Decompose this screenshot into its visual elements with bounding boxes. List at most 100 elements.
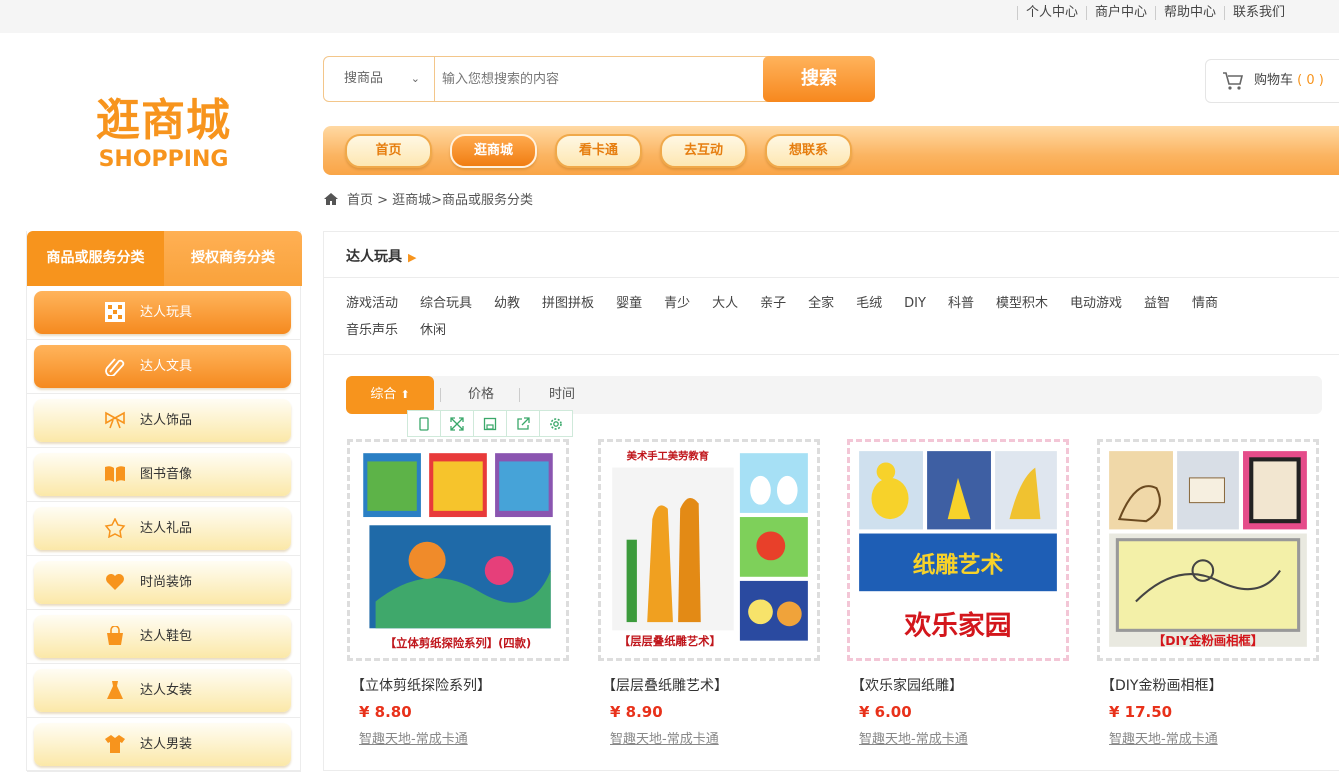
product-image-paper-cut: 【立体剪纸探险系列】(四款): [355, 447, 561, 653]
cart-button[interactable]: 购物车 ( 0 ): [1205, 59, 1339, 103]
search-input[interactable]: [442, 67, 762, 91]
site-logo[interactable]: 逛商城 SHOPPING: [96, 95, 231, 173]
product-shop-link[interactable]: 智趣天地-常成卡通: [610, 728, 719, 747]
tag-preschool[interactable]: 幼教: [494, 290, 520, 317]
divider: [324, 277, 1339, 278]
search-type-select[interactable]: 搜商品 ⌄: [324, 57, 435, 101]
tag-puzzles[interactable]: 拼图拼板: [542, 290, 594, 317]
star-icon: [104, 518, 126, 538]
tag-leisure[interactable]: 休闲: [420, 317, 446, 344]
tag-music[interactable]: 音乐声乐: [346, 317, 398, 344]
product-name[interactable]: 【欢乐家园纸雕】: [851, 675, 963, 695]
tag-electronic-games[interactable]: 电动游戏: [1070, 290, 1122, 317]
cart-icon: [1223, 72, 1244, 90]
product-name[interactable]: 【DIY金粉画相框】: [1101, 675, 1222, 695]
product-image[interactable]: 纸雕艺术 欢乐家园: [847, 439, 1069, 661]
breadcrumb-text[interactable]: 首页 > 逛商城>商品或服务分类: [347, 193, 533, 208]
product-image-caption: 【DIY金粉画相框】: [1153, 633, 1263, 648]
tag-baby[interactable]: 婴童: [616, 290, 642, 317]
top-bar: 个人中心 商户中心 帮助中心 联系我们: [0, 0, 1339, 33]
nav-home[interactable]: 首页: [345, 134, 432, 168]
divider: [519, 388, 520, 402]
sidebar-item-decor-button[interactable]: 时尚装饰: [34, 561, 291, 604]
product-image-header: 美术手工美劳教育: [627, 449, 709, 462]
top-link-personal[interactable]: 个人中心: [1016, 6, 1086, 20]
sidebar-item-mens-button[interactable]: 达人男装: [34, 723, 291, 766]
tag-adult[interactable]: 大人: [712, 290, 738, 317]
search-button[interactable]: 搜索: [763, 56, 875, 102]
dress-icon: [107, 681, 123, 699]
product-image-layered-paper: 美术手工美劳教育 【层层叠纸雕艺术】: [606, 447, 812, 653]
top-link-help[interactable]: 帮助中心: [1154, 6, 1224, 20]
sort-general[interactable]: 综合 ⬆: [346, 376, 434, 414]
tag-diy[interactable]: DIY: [904, 290, 926, 317]
top-link-merchant[interactable]: 商户中心: [1085, 6, 1155, 20]
tag-parent-child[interactable]: 亲子: [760, 290, 786, 317]
nav-interact[interactable]: 去互动: [660, 134, 747, 168]
tag-general-toys[interactable]: 综合玩具: [420, 290, 472, 317]
sidebar-item-label: 达人玩具: [140, 305, 193, 320]
paperclip-icon: [105, 358, 125, 376]
sidebar-item-womens-button[interactable]: 达人女装: [34, 669, 291, 712]
heart-icon: [106, 574, 124, 590]
product-shop-link[interactable]: 智趣天地-常成卡通: [1109, 728, 1218, 747]
breadcrumb: 首页 > 逛商城>商品或服务分类: [323, 192, 533, 210]
nav-mall[interactable]: 逛商城: [450, 134, 537, 168]
product-image[interactable]: 【立体剪纸探险系列】(四款): [347, 439, 569, 661]
sort-time[interactable]: 时间: [549, 376, 575, 414]
sidebar-item-books-button[interactable]: 图书音像: [34, 453, 291, 496]
cart-count: ( 0 ): [1297, 73, 1324, 88]
image-toolbar: [407, 410, 573, 437]
tag-teen[interactable]: 青少: [664, 290, 690, 317]
product-image[interactable]: 美术手工美劳教育 【层层叠纸雕艺术】: [598, 439, 820, 661]
tag-family[interactable]: 全家: [808, 290, 834, 317]
tag-science[interactable]: 科普: [948, 290, 974, 317]
sidebar-item-books: 图书音像: [27, 448, 301, 502]
product-image[interactable]: 【DIY金粉画相框】: [1097, 439, 1319, 661]
tab-goods-services[interactable]: 商品或服务分类: [27, 231, 164, 286]
product-name[interactable]: 【层层叠纸雕艺术】: [602, 675, 728, 695]
sidebar-item-accessories: 达人饰品: [27, 394, 301, 448]
divider: [440, 388, 441, 402]
product-price: ¥ 6.00: [859, 703, 912, 721]
top-links: 个人中心 商户中心 帮助中心 联系我们: [1016, 6, 1293, 20]
tag-plush[interactable]: 毛绒: [856, 290, 882, 317]
product-name[interactable]: 【立体剪纸探险系列】: [351, 675, 491, 695]
nav-contact[interactable]: 想联系: [765, 134, 852, 168]
share-icon[interactable]: [507, 411, 540, 436]
tag-educational[interactable]: 益智: [1144, 290, 1170, 317]
sidebar-item-stationery: 达人文具: [27, 340, 301, 394]
sidebar-item-womens: 达人女装: [27, 664, 301, 718]
sidebar-item-shoes-bags-button[interactable]: 达人鞋包: [34, 615, 291, 658]
expand-icon[interactable]: [441, 411, 474, 436]
product-price: ¥ 8.90: [610, 703, 663, 721]
tag-models[interactable]: 模型积木: [996, 290, 1048, 317]
save-icon[interactable]: [474, 411, 507, 436]
sort-bar: 综合 ⬆ 价格 时间: [346, 376, 1322, 414]
sort-price[interactable]: 价格: [468, 376, 494, 414]
sidebar-item-accessories-button[interactable]: 达人饰品: [34, 399, 291, 442]
tag-eq[interactable]: 情商: [1192, 290, 1218, 317]
sidebar-item-mens: 达人男装: [27, 718, 301, 772]
tablet-icon[interactable]: [408, 411, 441, 436]
category-sidebar: 商品或服务分类 授权商务分类 达人玩具 达人文具 达人饰品 图书音像 达人礼品: [26, 231, 302, 772]
category-title: 达人玩具 ▶: [346, 249, 417, 265]
sidebar-item-label: 图书音像: [140, 467, 193, 482]
sidebar-item-stationery-button[interactable]: 达人文具: [34, 345, 291, 388]
tab-authorized[interactable]: 授权商务分类: [164, 231, 302, 286]
nav-cartoon[interactable]: 看卡通: [555, 134, 642, 168]
tag-games[interactable]: 游戏活动: [346, 290, 398, 317]
gear-icon[interactable]: [540, 411, 572, 436]
subcategory-tags: 游戏活动 综合玩具 幼教 拼图拼板 婴童 青少 大人 亲子 全家 毛绒 DIY 科普 模型积木 电动游戏益…: [346, 290, 1306, 344]
sidebar-item-shoes-bags: 达人鞋包: [27, 610, 301, 664]
product-shop-link[interactable]: 智趣天地-常成卡通: [359, 728, 468, 747]
triangle-right-icon: ▶: [408, 251, 417, 264]
sidebar-item-decor: 时尚装饰: [27, 556, 301, 610]
sidebar-item-gifts-button[interactable]: 达人礼品: [34, 507, 291, 550]
product-price: ¥ 8.80: [359, 703, 412, 721]
top-link-contact[interactable]: 联系我们: [1223, 6, 1293, 20]
sidebar-item-label: 达人礼品: [140, 521, 193, 536]
sidebar-item-toys-button[interactable]: 达人玩具: [34, 291, 291, 334]
product-image-caption: 欢乐家园: [903, 609, 1011, 641]
product-shop-link[interactable]: 智趣天地-常成卡通: [859, 728, 968, 747]
